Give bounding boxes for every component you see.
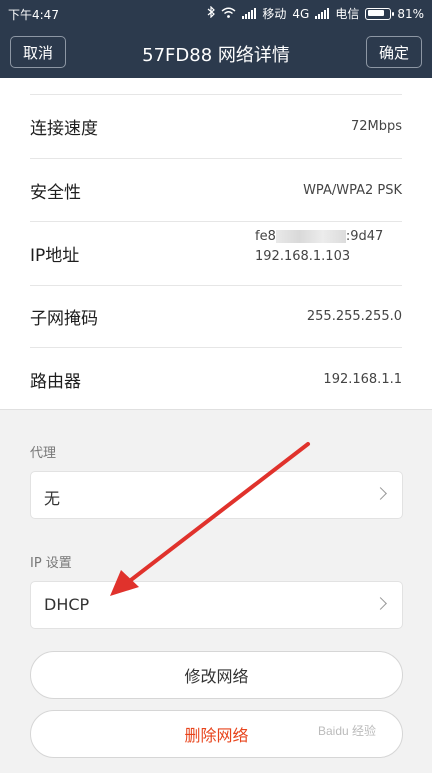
network-details: 连接速度 72Mbps 安全性 WPA/WPA2 PSK IP地址 fe8 :9d… bbox=[0, 78, 432, 410]
battery-icon bbox=[365, 7, 395, 20]
wifi-icon bbox=[221, 7, 236, 21]
security-label: 安全性 bbox=[30, 182, 81, 203]
ip-v4: 192.168.1.103 bbox=[255, 249, 351, 264]
detail-row-ip: IP地址 fe8 :9d47 192.168.1.103 bbox=[30, 222, 402, 286]
proxy-value: 无 bbox=[44, 489, 61, 508]
ip-v6-start: fe8 bbox=[255, 229, 276, 244]
detail-row-router: 路由器 192.168.1.1 bbox=[30, 348, 402, 410]
watermark: Baidu 经验 bbox=[318, 724, 377, 738]
page-title: 57FD88 网络详情 bbox=[142, 45, 290, 66]
subnet-label: 子网掩码 bbox=[30, 309, 98, 329]
detail-row-speed: 连接速度 72Mbps bbox=[30, 95, 402, 159]
security-value: WPA/WPA2 PSK bbox=[303, 182, 402, 198]
cancel-button[interactable]: 取消 bbox=[10, 36, 66, 68]
router-label: 路由器 bbox=[30, 371, 81, 392]
signal-icon bbox=[242, 8, 257, 19]
ip-value: fe8 :9d47 192.168.1.103 bbox=[255, 227, 383, 267]
battery-percent: 81% bbox=[397, 6, 424, 21]
speed-label: 连接速度 bbox=[30, 119, 98, 139]
chevron-right-icon bbox=[374, 487, 387, 500]
bluetooth-icon bbox=[207, 5, 216, 21]
title-bar: 取消 57FD88 网络详情 确定 bbox=[0, 28, 432, 78]
ip-settings-value: DHCP bbox=[44, 595, 90, 614]
carrier-1: 移动 bbox=[262, 7, 287, 21]
ip-label: IP地址 bbox=[30, 246, 80, 266]
ip-settings-select[interactable]: DHCP bbox=[30, 581, 403, 629]
chevron-right-icon bbox=[374, 597, 387, 610]
detail-row-subnet: 子网掩码 255.255.255.0 bbox=[30, 286, 402, 348]
speed-value: 72Mbps bbox=[350, 119, 402, 134]
detail-row-security: 安全性 WPA/WPA2 PSK bbox=[30, 159, 402, 222]
proxy-select[interactable]: 无 bbox=[30, 471, 403, 519]
proxy-section-label: 代理 bbox=[30, 446, 57, 461]
router-value: 192.168.1.1 bbox=[323, 371, 402, 387]
redacted-blur bbox=[275, 230, 346, 243]
ip-v6-end: :9d47 bbox=[345, 229, 384, 244]
carrier-2: 电信 bbox=[335, 7, 360, 21]
modify-network-button[interactable]: 修改网络 bbox=[30, 651, 403, 699]
divider bbox=[30, 78, 402, 95]
signal-icon bbox=[315, 8, 330, 19]
status-icons: 移动 4G 电信 81% bbox=[207, 5, 424, 22]
subnet-value: 255.255.255.0 bbox=[306, 309, 402, 324]
status-time: 下午4:47 bbox=[8, 8, 59, 22]
status-bar: 下午4:47 移动 4G 电信 81% bbox=[0, 0, 432, 28]
ip-settings-label: IP 设置 bbox=[30, 556, 72, 571]
network-type: 4G bbox=[292, 6, 310, 21]
confirm-button[interactable]: 确定 bbox=[366, 36, 422, 68]
